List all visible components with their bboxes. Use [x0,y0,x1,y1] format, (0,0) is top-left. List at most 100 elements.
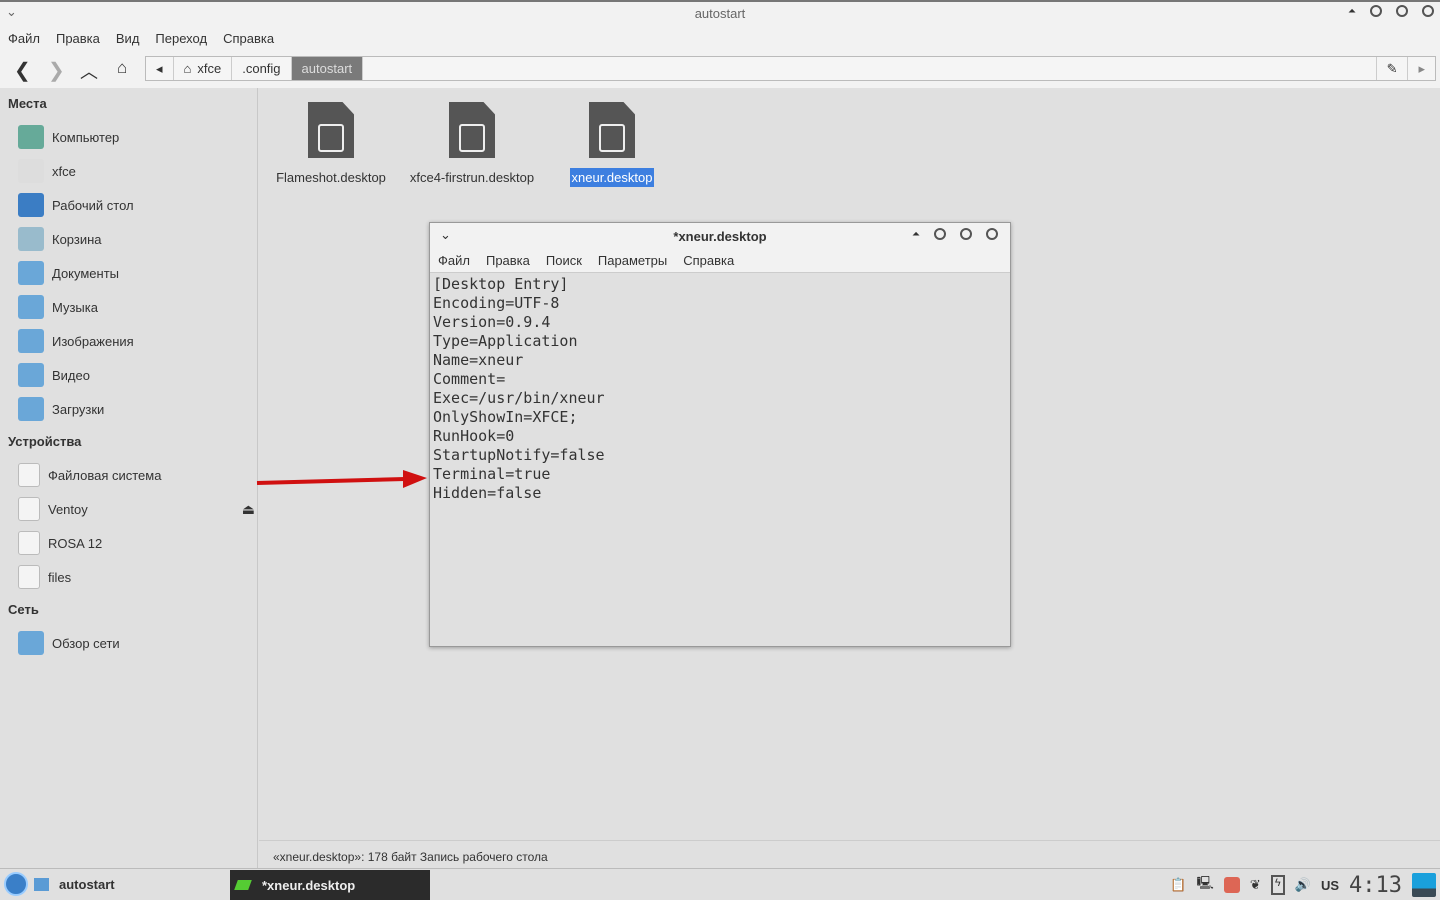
drive-icon [18,497,40,521]
text-line: Exec=/usr/bin/xneur [433,389,605,407]
sidebar-item[interactable]: Музыка [0,290,257,324]
sidebar-item[interactable]: Рабочий стол [0,188,257,222]
sidebar-item-label: Ventoy [48,501,88,517]
sidebar-item[interactable]: Корзина [0,222,257,256]
editor-menu-file[interactable]: Файл [438,253,470,268]
documents-folder-icon [18,261,44,285]
sidebar-item-network[interactable]: Обзор сети [0,626,257,660]
window-title: autostart [694,6,746,21]
file-item-selected[interactable]: xneur.desktop [542,102,682,187]
plugin-icon[interactable]: ❦ [1250,877,1261,893]
edit-path-icon[interactable]: ✎ [1375,57,1409,80]
task-label: *xneur.desktop [262,877,356,893]
sidebar-item[interactable]: xfce [0,154,257,188]
menubar: Файл Правка Вид Переход Справка [0,26,1440,50]
music-folder-icon [18,295,44,319]
sidebar-item-label: Компьютер [52,129,120,145]
home-icon[interactable]: ⌂ [117,58,127,78]
clock[interactable]: 4:13 [1349,873,1402,898]
sidebar-item[interactable]: Файловая система [0,458,257,492]
close-button[interactable] [986,228,998,240]
path-segment-autostart[interactable]: autostart [291,57,364,80]
network-icon[interactable]: 🖳 [1197,874,1214,896]
text-line: Version=0.9.4 [433,313,551,331]
text-line: Comment= [433,370,506,388]
sidebar-item[interactable]: Видео [0,358,257,392]
editor-menu-edit[interactable]: Правка [486,253,530,268]
sidebar: Места Компьютер xfce Рабочий стол Корзина До… [0,88,258,868]
status-bar: «xneur.desktop»: 178 байт Запись рабочег… [259,840,1440,868]
file-label: xneur.desktop [569,168,655,187]
task-editor[interactable]: *xneur.desktop [230,870,430,900]
sidebar-item[interactable]: Компьютер [0,120,257,154]
keyboard-layout[interactable]: US [1321,878,1339,893]
file-item[interactable]: xfce4-firstrun.desktop [402,102,542,185]
path-forward-button[interactable]: ▸ [1408,57,1435,80]
text-line: Encoding=UTF-8 [433,294,560,312]
desktop-file-icon [589,102,635,158]
network-folder-icon [18,631,44,655]
path-segment-config[interactable]: .config [232,57,292,80]
system-tray: 📋 🖳 ❦ ϟ 🔊 US 4:13 [1170,871,1440,899]
clipboard-icon[interactable]: 📋 [1170,877,1186,893]
maximize-button[interactable] [1396,5,1408,17]
downloads-folder-icon [18,397,44,421]
editor-menu-search[interactable]: Поиск [546,253,582,268]
task-autostart[interactable]: autostart [34,869,115,900]
text-line: Hidden=false [433,484,542,502]
up-icon[interactable]: ︿ [80,58,98,84]
sidebar-item-label: Рабочий стол [52,197,134,213]
red-arrow-annotation [256,470,427,488]
folder-icon [34,878,49,891]
battery-icon[interactable]: ϟ [1270,875,1285,895]
sidebar-item-label: ROSA 12 [48,535,103,551]
sidebar-item[interactable]: ROSA 12 [0,526,257,560]
editor-text-area[interactable]: [Desktop Entry] Encoding=UTF-8 Version=0.9… [430,273,1010,505]
file-label: Flameshot.desktop [276,170,386,185]
sidebar-item-label: Обзор сети [52,635,120,651]
path-back-button[interactable]: ◂ [146,57,174,80]
volume-icon[interactable]: 🔊 [1295,877,1311,893]
updates-icon[interactable] [1223,877,1240,893]
shade-icon[interactable]: ⏶ [1348,6,1356,17]
sidebar-item[interactable]: Загрузки [0,392,257,426]
window-titlebar: ⌄ autostart ⏶ [0,0,1440,26]
show-desktop-icon[interactable] [1412,873,1436,897]
sidebar-item[interactable]: Ventoy ⏏ [0,492,257,526]
editor-app-icon [234,880,252,890]
text-line: StartupNotify=false [433,446,605,464]
forward-icon[interactable]: ❯ [48,58,65,83]
text-line: RunHook=0 [433,427,515,445]
back-icon[interactable]: ❮ [14,58,31,83]
close-button[interactable] [1422,5,1434,17]
editor-menu-options[interactable]: Параметры [598,253,667,268]
maximize-button[interactable] [960,228,972,240]
drive-icon [18,531,40,555]
menu-view[interactable]: Вид [116,31,140,46]
sidebar-item[interactable]: Изображения [0,324,257,358]
taskbar: autostart *xneur.desktop 📋 🖳 ❦ ϟ 🔊 US 4:… [0,868,1440,900]
eject-icon[interactable]: ⏏ [242,501,255,518]
pictures-folder-icon [18,329,44,353]
path-segment-xfce[interactable]: ⌂ xfce [174,57,233,80]
menu-go[interactable]: Переход [155,31,207,46]
menu-help[interactable]: Справка [223,31,274,46]
menu-file[interactable]: Файл [8,31,40,46]
menu-edit[interactable]: Правка [56,31,100,46]
app-menu-icon[interactable] [4,872,28,896]
shade-icon[interactable]: ⏶ [912,229,920,240]
editor-titlebar: ⌄ *xneur.desktop ⏶ [430,223,1010,249]
devices-header: Устройства [8,434,82,449]
minimize-button[interactable] [934,228,946,240]
text-line: Type=Application [433,332,578,350]
desktop-file-icon [308,102,354,158]
computer-icon [18,125,44,149]
minimize-button[interactable] [1370,5,1382,17]
home-icon [18,159,44,183]
sidebar-item[interactable]: Документы [0,256,257,290]
desktop-icon [18,193,44,217]
sidebar-item[interactable]: files [0,560,257,594]
editor-menubar: Файл Правка Поиск Параметры Справка [430,249,1010,273]
editor-menu-help[interactable]: Справка [683,253,734,268]
file-item[interactable]: Flameshot.desktop [261,102,401,185]
